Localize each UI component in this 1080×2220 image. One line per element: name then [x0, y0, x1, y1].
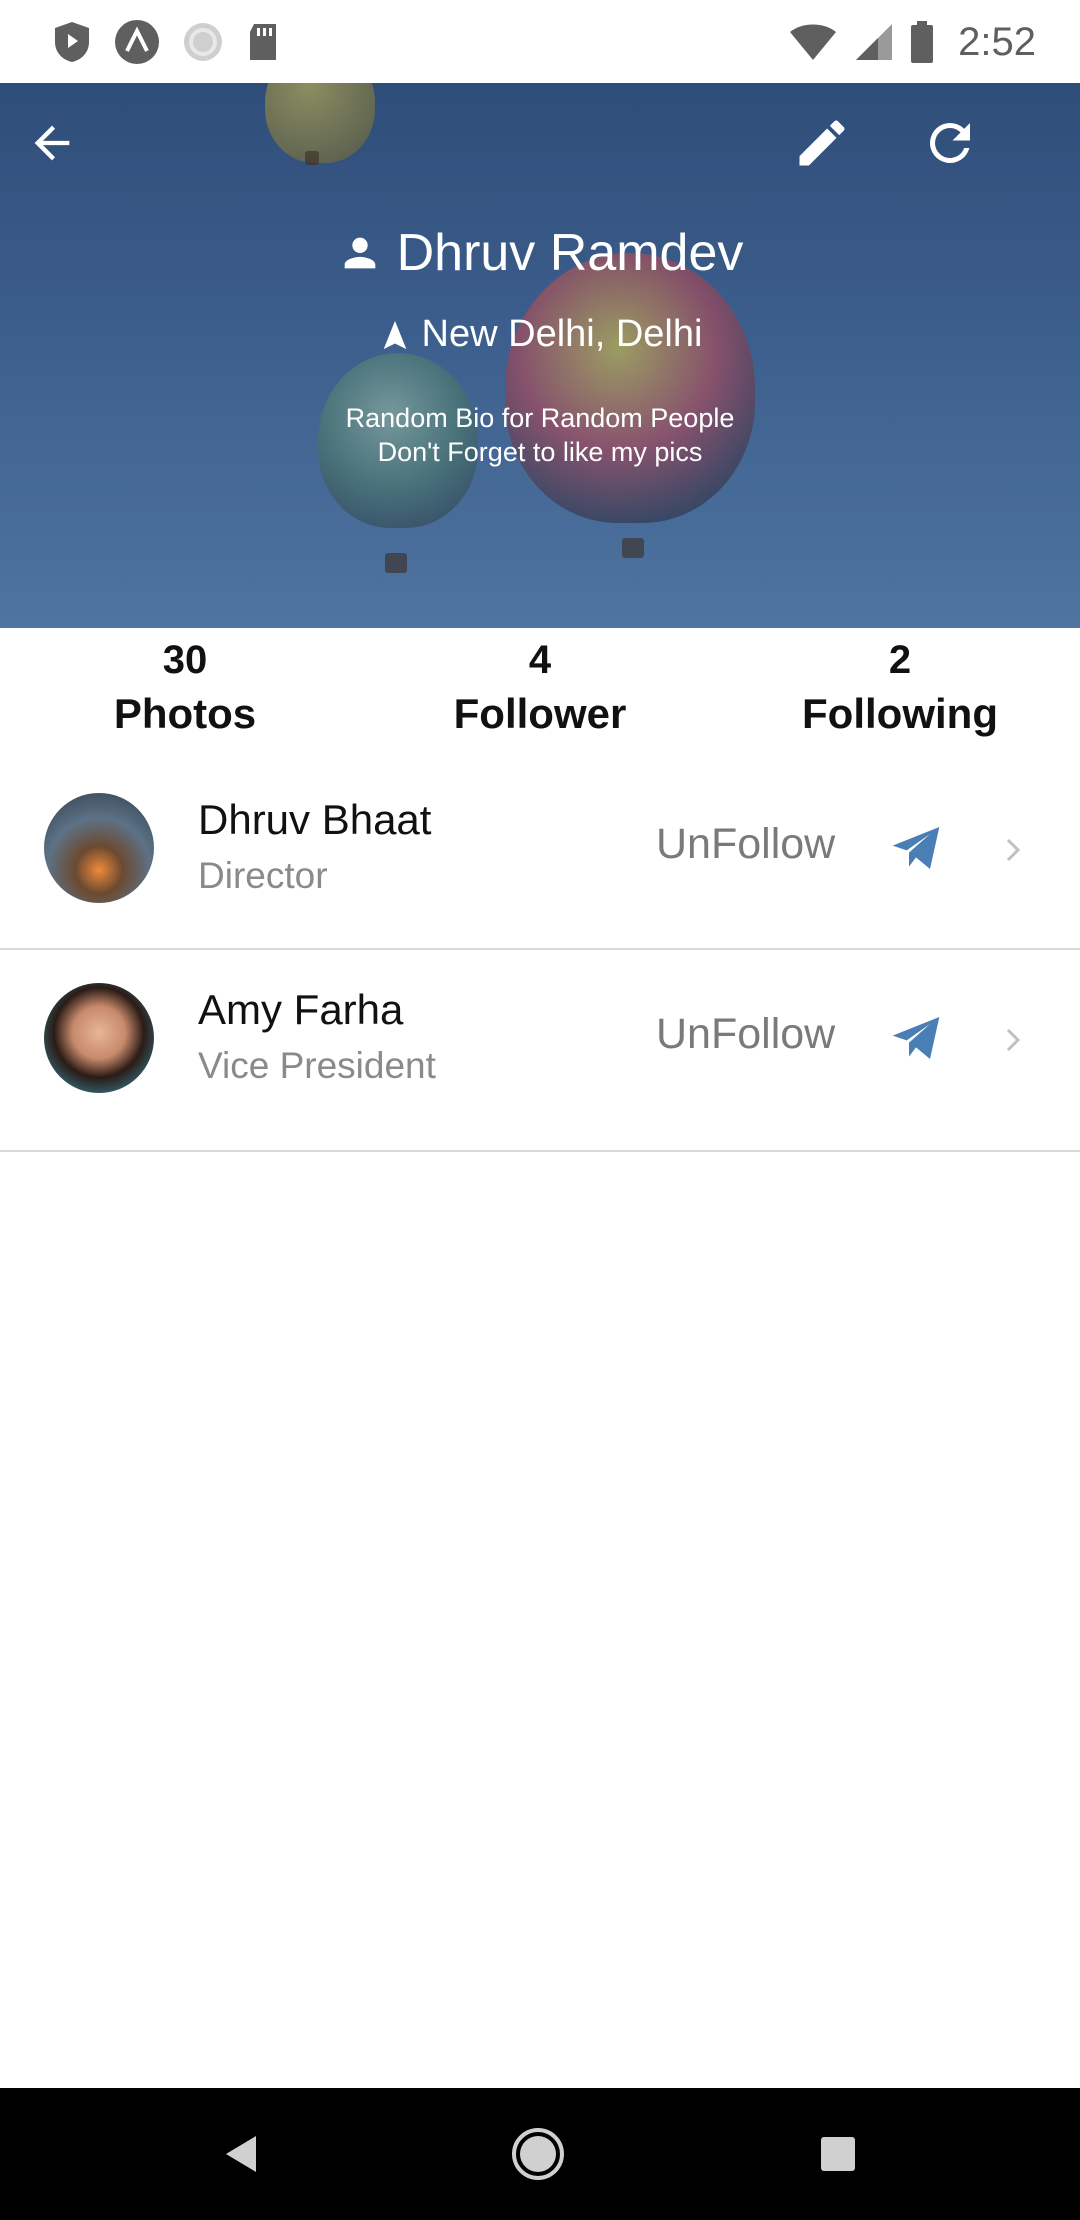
- chevron-right-icon[interactable]: [998, 830, 1028, 870]
- balloon-basket: [385, 553, 407, 573]
- profile-location-row: New Delhi, Delhi: [0, 313, 1080, 356]
- send-message-icon[interactable]: [888, 1010, 944, 1066]
- avatar: [44, 793, 154, 903]
- pencil-icon: [799, 120, 845, 166]
- arrow-back-icon: [34, 125, 70, 161]
- avatar: [44, 983, 154, 1093]
- refresh-icon: [930, 123, 970, 163]
- profile-bio: Random Bio for Random People Don't Forge…: [0, 401, 1080, 469]
- following-list: Dhruv Bhaat Director UnFollow Amy Farha …: [0, 760, 1080, 1152]
- system-nav-bar: [0, 2088, 1080, 2220]
- stat-following[interactable]: 2 Following: [750, 636, 1050, 744]
- home-circle-icon: [512, 2128, 564, 2180]
- profile-header: Dhruv Ramdev New Delhi, Delhi Random Bio…: [0, 83, 1080, 628]
- stat-label: Photos: [113, 690, 257, 737]
- status-bar-left: [52, 12, 280, 72]
- bio-line: Random Bio for Random People: [345, 403, 735, 433]
- person-icon: [344, 237, 375, 269]
- refresh-button[interactable]: [910, 103, 990, 183]
- stat-label: Following: [802, 690, 998, 737]
- status-bar-right: 2:52: [788, 12, 1036, 72]
- list-item[interactable]: Amy Farha Vice President UnFollow: [0, 950, 1080, 1152]
- balloon-basket: [305, 151, 319, 165]
- balloon-decoration: [265, 83, 375, 163]
- cell-signal-icon: [856, 24, 893, 60]
- wifi-icon: [790, 24, 837, 60]
- battery-icon: [911, 21, 934, 63]
- edit-profile-button[interactable]: [782, 103, 862, 183]
- sync-icon: [184, 23, 222, 61]
- nav-recents-button[interactable]: [808, 2124, 868, 2184]
- nav-home-button[interactable]: [508, 2124, 568, 2184]
- unfollow-button[interactable]: UnFollow: [656, 1010, 835, 1059]
- profile-name-row: Dhruv Ramdev: [0, 223, 1080, 283]
- back-button[interactable]: [12, 103, 92, 183]
- triangle-back-icon: [226, 2136, 256, 2172]
- profile-location: New Delhi, Delhi: [421, 313, 703, 355]
- stat-followers[interactable]: 4 Follower: [390, 636, 690, 744]
- user-name: Dhruv Bhaat: [198, 796, 432, 843]
- user-name: Amy Farha: [198, 986, 404, 1033]
- status-time: 2:52: [958, 19, 1036, 64]
- stat-value: 2: [888, 638, 912, 682]
- balloon-basket: [622, 538, 644, 558]
- sd-card-icon: [250, 24, 276, 60]
- square-recents-icon: [821, 2137, 855, 2171]
- stat-value: 30: [162, 638, 208, 682]
- stat-label: Follower: [453, 690, 627, 737]
- user-role: Director: [198, 855, 328, 896]
- profile-stats: 30 Photos 4 Follower 2 Following: [0, 628, 1080, 748]
- user-role: Vice President: [198, 1045, 436, 1086]
- send-message-icon[interactable]: [888, 820, 944, 876]
- shield-icon: [55, 22, 89, 62]
- chevron-right-icon[interactable]: [998, 1020, 1028, 1060]
- navigation-arrow-icon: [383, 320, 406, 349]
- unfollow-button[interactable]: UnFollow: [656, 820, 835, 869]
- nav-back-button[interactable]: [212, 2124, 272, 2184]
- bio-line: Don't Forget to like my pics: [377, 437, 703, 467]
- status-bar: 2:52: [0, 0, 1080, 83]
- nav-a-icon: [115, 20, 159, 64]
- list-item[interactable]: Dhruv Bhaat Director UnFollow: [0, 760, 1080, 950]
- balloon-decoration: [505, 253, 755, 523]
- stat-value: 4: [528, 638, 552, 682]
- stat-photos[interactable]: 30 Photos: [35, 636, 335, 744]
- profile-name: Dhruv Ramdev: [396, 224, 744, 282]
